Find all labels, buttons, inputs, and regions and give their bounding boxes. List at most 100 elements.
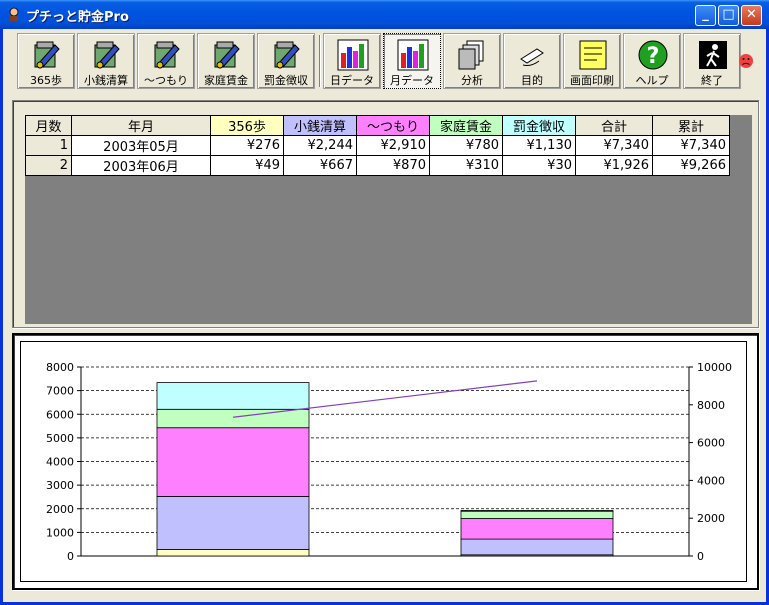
bar-chart-icon [337, 39, 369, 71]
y-tick-label: 5000 [46, 432, 74, 445]
bar-chart-icon [397, 39, 429, 71]
column-header[interactable]: 家庭賃金 [429, 115, 503, 136]
bar-segment [460, 510, 614, 512]
chart-frame: 0 1000 2000 3000 4000 5000 6000 7000 8000 0 2000 40… [20, 341, 747, 582]
notepad-pen-icon [274, 41, 300, 69]
bar-segment [156, 427, 310, 497]
status-face-icon [739, 54, 753, 68]
y2-tick-label: 10000 [697, 361, 732, 374]
notepad-pen-icon [214, 41, 240, 69]
toolbar-button-month-data[interactable]: 月データ [383, 33, 441, 89]
memo-icon [579, 40, 607, 70]
y-tick-label: 4000 [46, 456, 74, 469]
bar-segment [156, 382, 310, 410]
toolbar-button-365steps[interactable]: 365歩 [17, 33, 75, 89]
toolbar-separator [319, 35, 321, 87]
column-header[interactable]: 月数 [25, 115, 72, 136]
toolbar-button-label: 月データ [390, 74, 434, 87]
table-cell[interactable]: ¥7,340 [652, 135, 730, 156]
toolbar-button-label: 〜つもり [144, 74, 188, 87]
title-bar[interactable]: プチっと貯金Pro _ □ ✕ [0, 0, 769, 29]
y2-tick-label: 4000 [697, 474, 725, 487]
table-cell[interactable]: ¥30 [502, 155, 576, 176]
table-cell[interactable]: ¥7,340 [575, 135, 653, 156]
toolbar-button-label: 家庭賃金 [204, 74, 248, 87]
bar-segment [460, 510, 614, 519]
notepad-pen-icon [154, 41, 180, 69]
table-cell[interactable]: 2003年06月 [71, 155, 211, 176]
exit-icon [699, 41, 727, 69]
toolbar-button-purpose[interactable]: 目的 [503, 33, 561, 89]
bar-segment [156, 496, 310, 550]
maximize-button[interactable]: □ [718, 5, 739, 26]
table-header-row: 月数 年月 356歩 小銭清算 〜つもり 家庭賃金 罰金徴収 合計 累計 [25, 115, 730, 136]
y2-tick-label: 6000 [697, 437, 725, 450]
bar-segment [156, 408, 310, 429]
table-cell[interactable]: ¥2,244 [283, 135, 357, 156]
data-grid[interactable]: 月数 年月 356歩 小銭清算 〜つもり 家庭賃金 罰金徴収 合計 累計 1 2003年05月 ¥27… [25, 115, 752, 324]
toolbar-button-analysis[interactable]: 分析 [443, 33, 501, 89]
column-header[interactable]: 累計 [652, 115, 730, 136]
notepad-pen-icon [94, 41, 120, 69]
table-cell[interactable]: 2003年05月 [71, 135, 211, 156]
table-cell[interactable]: ¥870 [356, 155, 430, 176]
monthly-chart: 0 1000 2000 3000 4000 5000 6000 7000 8000 0 2000 40… [46, 361, 732, 563]
bar-segment [460, 518, 614, 540]
table-cell[interactable]: ¥2,910 [356, 135, 430, 156]
window-title: プチっと貯金Pro [26, 10, 129, 25]
toolbar-button-help[interactable]: ? ヘルプ [623, 33, 681, 89]
close-button[interactable]: ✕ [741, 5, 762, 26]
chart-panel: 0 1000 2000 3000 4000 5000 6000 7000 8000 0 2000 40… [12, 333, 759, 590]
documents-icon [458, 40, 484, 70]
help-icon: ? [638, 40, 668, 70]
app-window: プチっと貯金Pro _ □ ✕ 365歩 小銭清算 〜つもり 家庭賃金 罰金徴収 日データ… [0, 0, 769, 605]
table-row[interactable]: 2 2003年06月 ¥49 ¥667 ¥870 ¥310 ¥30 ¥1,926 ¥9,266 [25, 155, 730, 176]
pen-icon [520, 48, 544, 66]
table-cell[interactable]: ¥49 [210, 155, 284, 176]
table-cell[interactable]: ¥1,926 [575, 155, 653, 176]
data-grid-panel: 月数 年月 356歩 小銭清算 〜つもり 家庭賃金 罰金徴収 合計 累計 1 2003年05月 ¥27… [12, 100, 759, 328]
column-header[interactable]: 356歩 [210, 115, 284, 136]
toolbar-button-print[interactable]: 画面印刷 [563, 33, 621, 89]
toolbar-button-exit[interactable]: 終了 [683, 33, 741, 89]
toolbar-button-day-data[interactable]: 日データ [323, 33, 381, 89]
toolbar-button-label: 終了 [701, 74, 723, 87]
toolbar-button-label: 小銭清算 [84, 74, 128, 87]
toolbar-button-label: ヘルプ [635, 74, 669, 87]
table-cell[interactable]: ¥9,266 [652, 155, 730, 176]
y2-tick-label: 0 [697, 550, 704, 563]
toolbar-button-label: 目的 [521, 74, 543, 87]
column-header[interactable]: 小銭清算 [283, 115, 357, 136]
table-cell[interactable]: ¥667 [283, 155, 357, 176]
y-tick-label: 1000 [46, 526, 74, 539]
column-header[interactable]: 年月 [71, 115, 211, 136]
minimize-button[interactable]: _ [695, 5, 716, 26]
y-tick-label: 3000 [46, 479, 74, 492]
table-row[interactable]: 1 2003年05月 ¥276 ¥2,244 ¥2,910 ¥780 ¥1,130 ¥7,34… [25, 135, 730, 156]
toolbar-button-small-change[interactable]: 小銭清算 [77, 33, 135, 89]
y-tick-label: 8000 [46, 361, 74, 374]
table-cell[interactable]: ¥780 [429, 135, 503, 156]
table-cell[interactable]: 2 [25, 155, 72, 176]
table-cell[interactable]: ¥310 [429, 155, 503, 176]
toolbar-button-tsumori[interactable]: 〜つもり [137, 33, 195, 89]
y-tick-label: 2000 [46, 503, 74, 516]
toolbar-button-fine[interactable]: 罰金徴収 [257, 33, 315, 89]
notepad-pen-icon [34, 41, 60, 69]
toolbar-button-label: 日データ [330, 74, 374, 87]
app-icon [9, 7, 19, 21]
table-cell[interactable]: ¥276 [210, 135, 284, 156]
column-header[interactable]: 〜つもり [356, 115, 430, 136]
column-header[interactable]: 合計 [575, 115, 653, 136]
table-cell[interactable]: ¥1,130 [502, 135, 576, 156]
column-header[interactable]: 罰金徴収 [502, 115, 576, 136]
y-tick-label: 7000 [46, 385, 74, 398]
toolbar-button-label: 分析 [461, 74, 483, 87]
y2-tick-label: 8000 [697, 399, 725, 412]
toolbar-button-label: 365歩 [30, 74, 62, 87]
toolbar-button-label: 画面印刷 [570, 74, 614, 87]
table-cell[interactable]: 1 [25, 135, 72, 156]
toolbar-button-family-rent[interactable]: 家庭賃金 [197, 33, 255, 89]
toolbar-button-label: 罰金徴収 [264, 74, 308, 87]
y2-tick-label: 2000 [697, 512, 725, 525]
